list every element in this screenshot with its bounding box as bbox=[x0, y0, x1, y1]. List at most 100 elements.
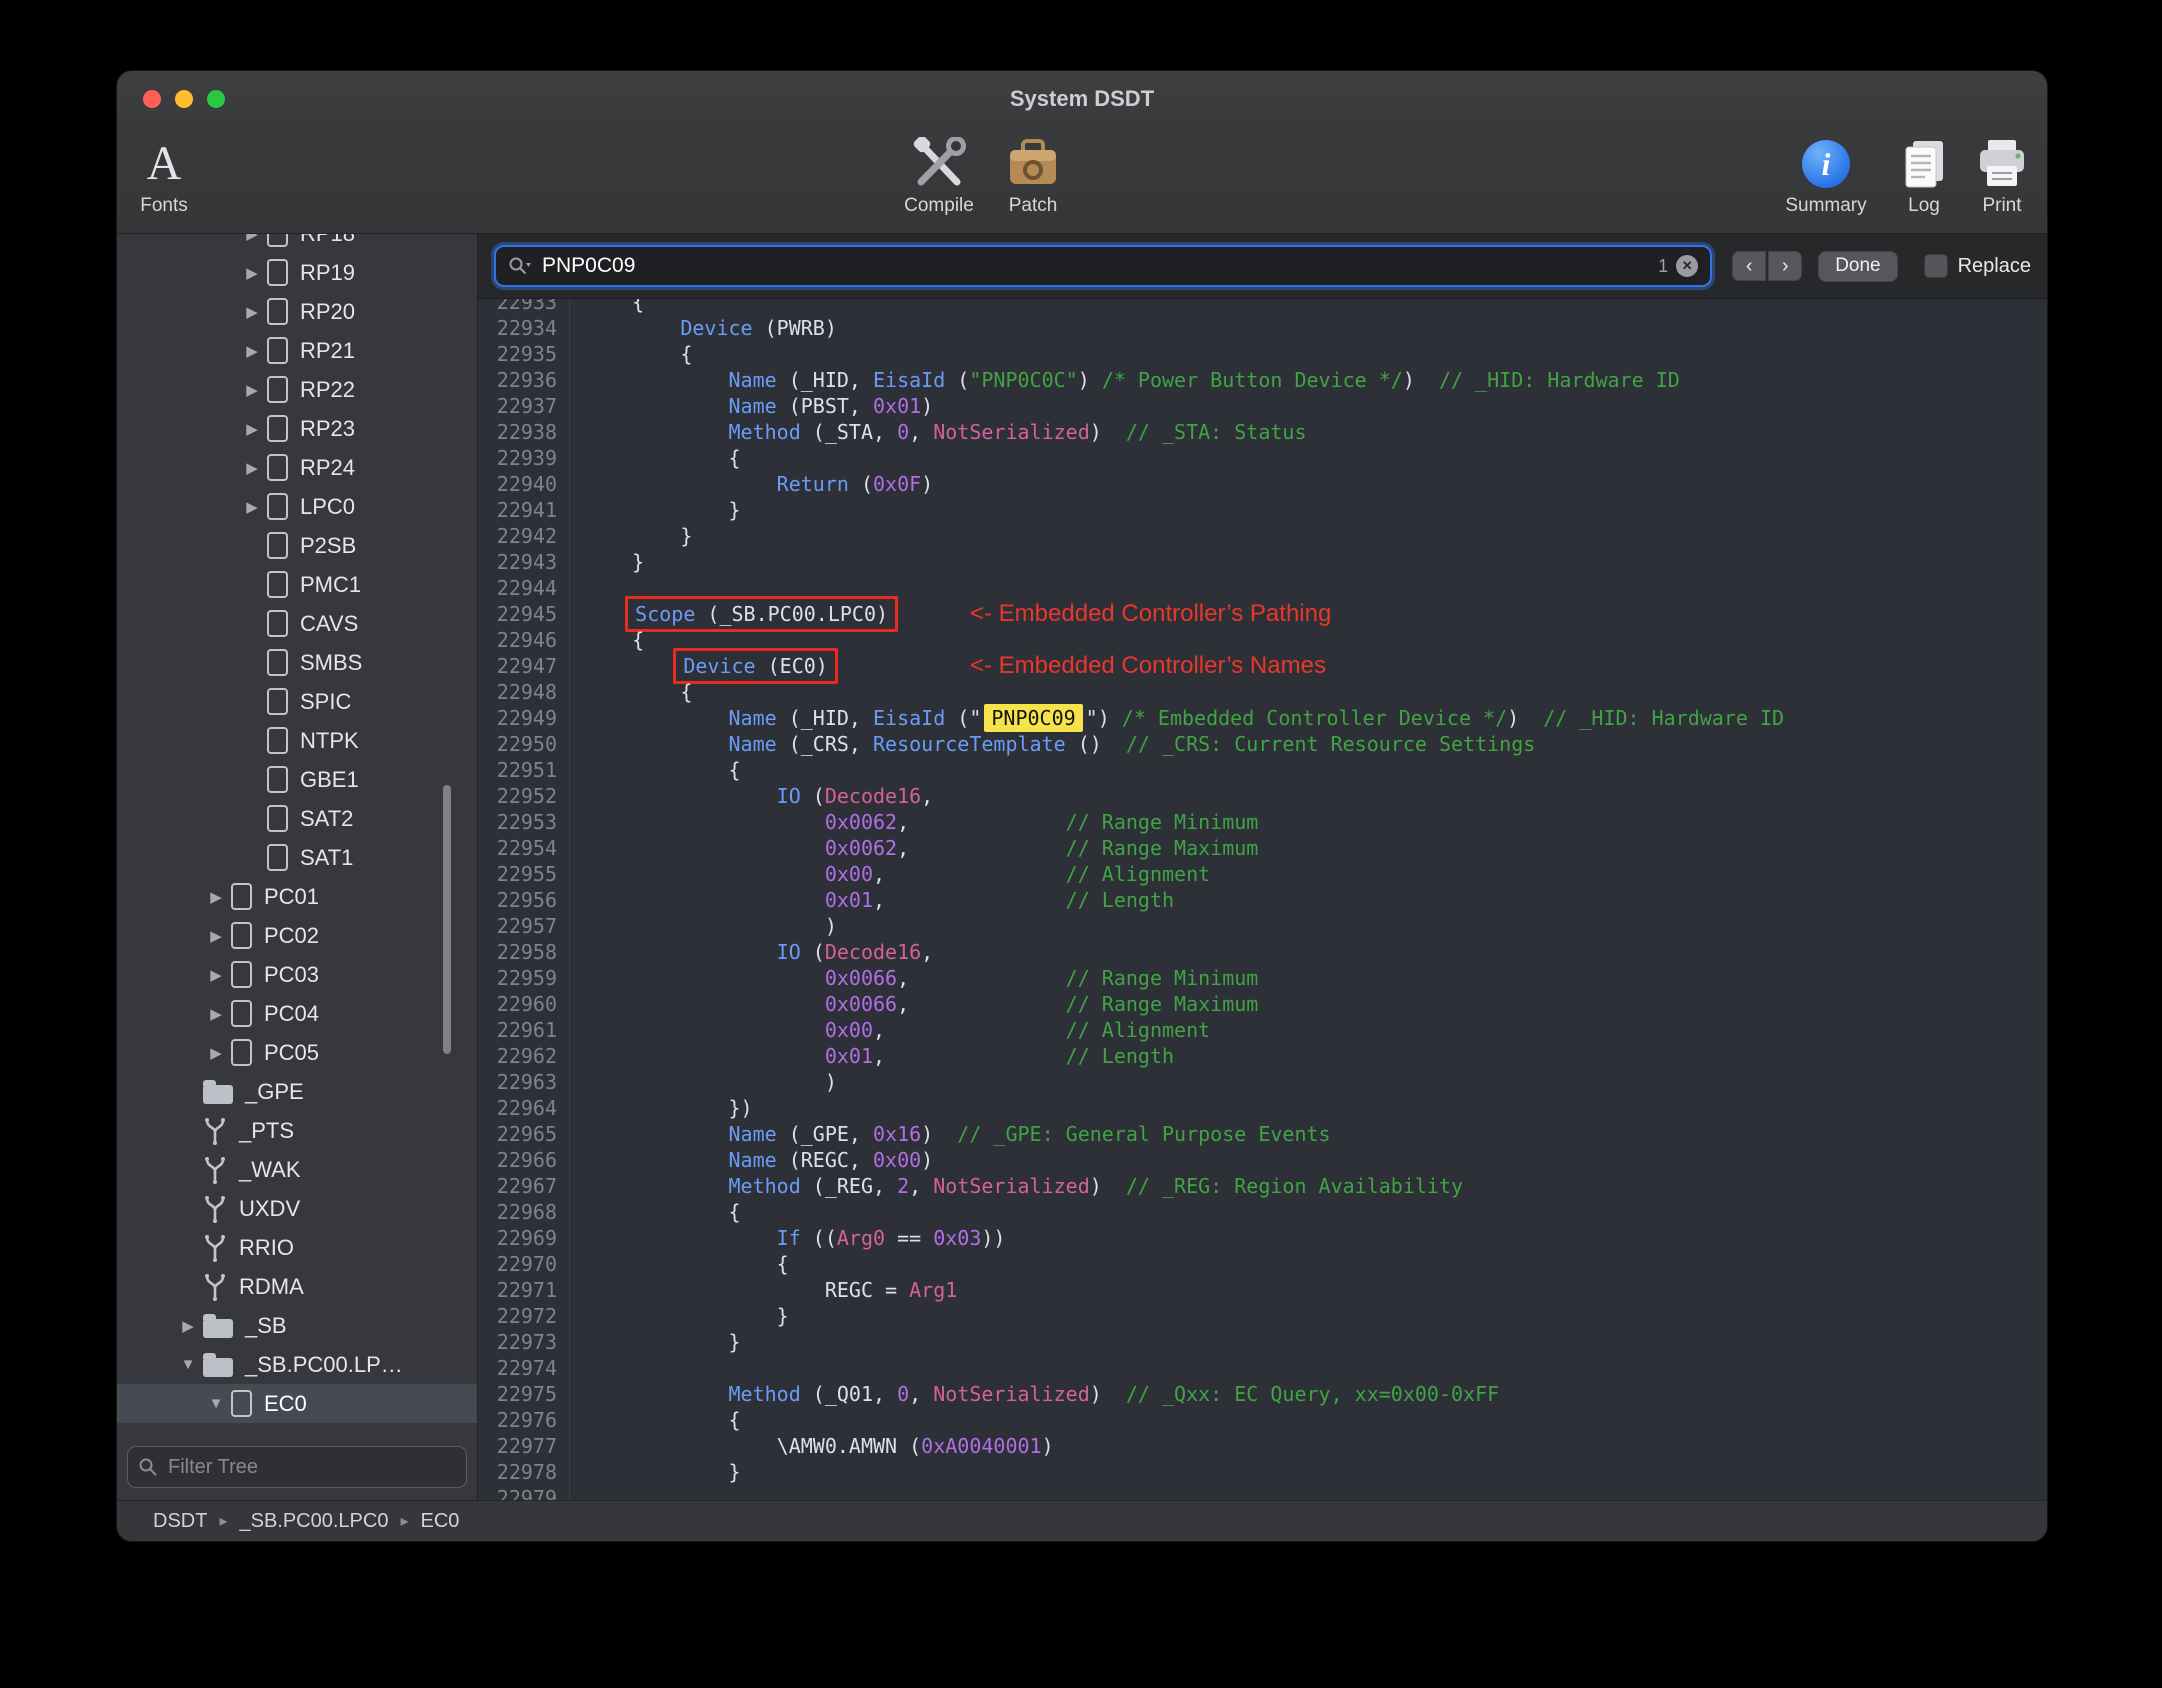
sidebar-item-rp21[interactable]: ▶ RP21 bbox=[117, 331, 477, 370]
line-number: 22977 bbox=[478, 1433, 570, 1459]
previous-match-button[interactable]: ‹ bbox=[1732, 251, 1767, 281]
sidebar-item-cavs[interactable]: CAVS bbox=[117, 604, 477, 643]
sidebar-item-sat1[interactable]: SAT1 bbox=[117, 838, 477, 877]
sidebar-item-_sb[interactable]: ▶ _SB bbox=[117, 1306, 477, 1345]
sidebar-item-rrio[interactable]: RRIO bbox=[117, 1228, 477, 1267]
close-button[interactable] bbox=[143, 90, 161, 108]
sidebar-item-pc04[interactable]: ▶ PC04 bbox=[117, 994, 477, 1033]
sidebar-item-spic[interactable]: SPIC bbox=[117, 682, 477, 721]
doc-icon bbox=[267, 688, 288, 715]
chevron-right-icon[interactable]: ▶ bbox=[237, 264, 267, 282]
replace-checkbox[interactable] bbox=[1923, 254, 1948, 278]
sidebar-item-rp19[interactable]: ▶ RP19 bbox=[117, 253, 477, 292]
code-line: 22943 } bbox=[478, 549, 2047, 575]
search-menu-icon[interactable] bbox=[508, 256, 532, 276]
doc-icon bbox=[267, 337, 288, 364]
sidebar-item-ec0[interactable]: ▼ EC0 bbox=[117, 1384, 477, 1423]
chevron-right-icon[interactable]: ▶ bbox=[237, 459, 267, 477]
done-button[interactable]: Done bbox=[1818, 250, 1898, 282]
sidebar-item-rp22[interactable]: ▶ RP22 bbox=[117, 370, 477, 409]
chevron-right-icon[interactable]: ▶ bbox=[201, 888, 231, 906]
sidebar-item-label: EC0 bbox=[264, 1390, 307, 1416]
line-number: 22946 bbox=[478, 627, 570, 653]
sidebar-item-gbe1[interactable]: GBE1 bbox=[117, 760, 477, 799]
code-line: 22978 } bbox=[478, 1459, 2047, 1485]
line-number: 22955 bbox=[478, 861, 570, 887]
line-number: 22941 bbox=[478, 497, 570, 523]
next-match-button[interactable]: › bbox=[1768, 251, 1803, 281]
code-segment: , bbox=[873, 862, 1066, 886]
code-segment: /* Embedded Controller Device */ bbox=[1121, 706, 1508, 730]
chevron-right-icon[interactable]: ▶ bbox=[237, 420, 267, 438]
code-segment: ) bbox=[921, 472, 934, 496]
code-segment: ( bbox=[945, 368, 970, 392]
line-number: 22947 bbox=[478, 653, 570, 679]
fonts-button[interactable]: A Fonts bbox=[117, 133, 219, 217]
sidebar-item-pc05[interactable]: ▶ PC05 bbox=[117, 1033, 477, 1072]
code-line: 22965 Name (_GPE, 0x16) // _GPE: General… bbox=[478, 1121, 2047, 1147]
code-segment: 0x0062 bbox=[824, 810, 898, 834]
code-segment: ( bbox=[848, 472, 873, 496]
code-segment: (_HID, bbox=[776, 706, 873, 730]
sidebar-item-pc02[interactable]: ▶ PC02 bbox=[117, 916, 477, 955]
compile-icon bbox=[910, 133, 968, 195]
chevron-right-icon[interactable]: ▶ bbox=[237, 381, 267, 399]
filter-tree-input[interactable] bbox=[166, 1454, 456, 1480]
chevron-right-icon[interactable]: ▶ bbox=[237, 234, 267, 243]
sidebar-item-p2sb[interactable]: P2SB bbox=[117, 526, 477, 565]
sidebar-item-rp23[interactable]: ▶ RP23 bbox=[117, 409, 477, 448]
code-text: IO (Decode16, bbox=[570, 939, 934, 965]
sidebar-item-smbs[interactable]: SMBS bbox=[117, 643, 477, 682]
breadcrumb-separator: ▸ bbox=[219, 1513, 228, 1530]
code-segment: Name bbox=[728, 394, 777, 418]
clear-search-button[interactable]: ✕ bbox=[1676, 255, 1699, 277]
search-input[interactable] bbox=[540, 253, 1651, 279]
traffic-lights bbox=[143, 90, 225, 108]
patch-button[interactable]: Patch bbox=[973, 133, 1093, 217]
sidebar-item-rdma[interactable]: RDMA bbox=[117, 1267, 477, 1306]
chevron-right-icon[interactable]: ▶ bbox=[237, 342, 267, 360]
sidebar-item-rp24[interactable]: ▶ RP24 bbox=[117, 448, 477, 487]
print-button[interactable]: Print bbox=[1957, 133, 2047, 217]
sidebar-item-uxdv[interactable]: UXDV bbox=[117, 1189, 477, 1228]
sidebar-item-pc01[interactable]: ▶ PC01 bbox=[117, 877, 477, 916]
fork-icon bbox=[203, 1234, 227, 1262]
chevron-right-icon[interactable]: ▶ bbox=[173, 1317, 203, 1335]
sidebar-item-_wak[interactable]: _WAK bbox=[117, 1150, 477, 1189]
code-line: 22969 If ((Arg0 == 0x03)) bbox=[478, 1225, 2047, 1251]
line-number: 22943 bbox=[478, 549, 570, 575]
chevron-right-icon[interactable]: ▶ bbox=[201, 966, 231, 984]
sidebar-item-lpc0[interactable]: ▶ LPC0 bbox=[117, 487, 477, 526]
code-text: Name (PBST, 0x01) bbox=[570, 393, 934, 419]
chevron-right-icon[interactable]: ▶ bbox=[201, 1005, 231, 1023]
sidebar-item-label: RP18 bbox=[300, 234, 355, 247]
sidebar-item-rp18[interactable]: ▶ RP18 bbox=[117, 234, 477, 253]
sidebar-item-pmc1[interactable]: PMC1 bbox=[117, 565, 477, 604]
sidebar-item-rp20[interactable]: ▶ RP20 bbox=[117, 292, 477, 331]
zoom-button[interactable] bbox=[207, 90, 225, 108]
code-segment: { bbox=[584, 342, 693, 366]
sidebar-item-ntpk[interactable]: NTPK bbox=[117, 721, 477, 760]
chevron-down-icon[interactable]: ▼ bbox=[201, 1395, 231, 1412]
sidebar-item-_gpe[interactable]: _GPE bbox=[117, 1072, 477, 1111]
replace-option: Replace bbox=[1923, 254, 2031, 278]
search-field[interactable]: 1 ✕ bbox=[494, 245, 1713, 287]
sidebar-item-sat2[interactable]: SAT2 bbox=[117, 799, 477, 838]
sidebar-item-_pts[interactable]: _PTS bbox=[117, 1111, 477, 1150]
minimize-button[interactable] bbox=[175, 90, 193, 108]
code-segment: ( bbox=[800, 940, 825, 964]
chevron-right-icon[interactable]: ▶ bbox=[201, 1044, 231, 1062]
chevron-right-icon[interactable]: ▶ bbox=[237, 303, 267, 321]
chevron-right-icon[interactable]: ▶ bbox=[237, 498, 267, 516]
sidebar-scrollbar[interactable] bbox=[443, 785, 451, 1054]
code-segment: // _Qxx: EC Query, xx=0x00-0xFF bbox=[1125, 1382, 1500, 1406]
code-editor[interactable]: 22933 {22934 Device (PWRB) 22935 {22936 N… bbox=[478, 299, 2047, 1500]
code-text: { bbox=[570, 679, 692, 705]
chevron-right-icon[interactable]: ▶ bbox=[201, 927, 231, 945]
sidebar-item-pc03[interactable]: ▶ PC03 bbox=[117, 955, 477, 994]
chevron-down-icon[interactable]: ▼ bbox=[173, 1356, 203, 1373]
sidebar-item-_sb-pc00-lp[interactable]: ▼ _SB.PC00.LP… bbox=[117, 1345, 477, 1384]
